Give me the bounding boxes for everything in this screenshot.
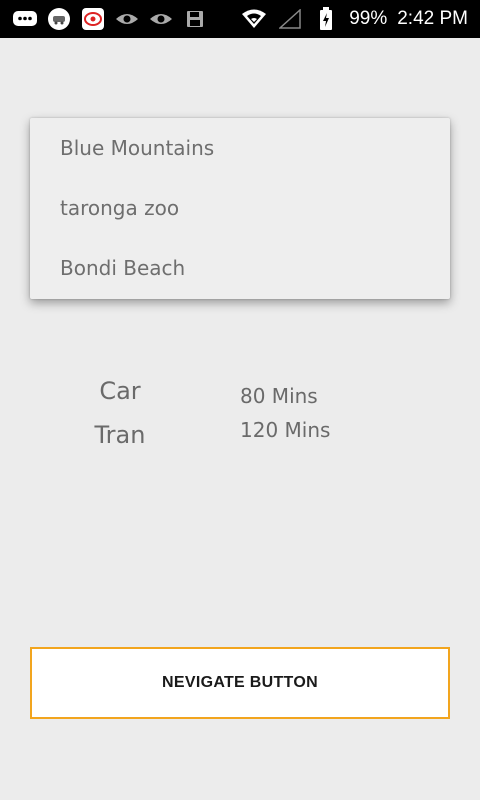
dropdown-item-label: Blue Mountains bbox=[60, 136, 215, 160]
dropdown-item-taronga-zoo[interactable]: taronga zoo bbox=[30, 178, 450, 238]
destination-dropdown-menu: Blue Mountains taronga zoo Bondi Beach bbox=[30, 118, 450, 299]
save-icon bbox=[182, 8, 208, 30]
app-icon bbox=[46, 8, 72, 30]
status-bar-notifications bbox=[0, 8, 208, 30]
dropdown-item-blue-mountains[interactable]: Blue Mountains bbox=[30, 118, 450, 178]
app-screen: Blue Mountains taronga zoo Bondi Beach C… bbox=[0, 38, 480, 800]
status-bar-system: 99% 2:42 PM bbox=[241, 7, 480, 30]
eye-icon bbox=[148, 8, 174, 30]
status-time: 2:42 PM bbox=[397, 8, 468, 29]
travel-row-train: Tran 120 Mins bbox=[0, 417, 480, 461]
wifi-icon bbox=[241, 8, 267, 30]
chat-icon bbox=[12, 8, 38, 30]
battery-percent: 99% bbox=[349, 8, 388, 29]
status-bar: 99% 2:42 PM bbox=[0, 0, 480, 38]
signal-icon bbox=[277, 8, 303, 30]
dropdown-item-label: taronga zoo bbox=[60, 196, 180, 220]
travel-times: Car 80 Mins Tran 120 Mins bbox=[0, 373, 480, 461]
travel-row-car: Car 80 Mins bbox=[0, 373, 480, 417]
dropdown-item-bondi-beach[interactable]: Bondi Beach bbox=[30, 238, 450, 298]
navigate-button[interactable]: NEVIGATE BUTTON bbox=[30, 647, 450, 719]
travel-mode-label: Car bbox=[99, 377, 141, 405]
eye-icon bbox=[114, 8, 140, 30]
travel-mode-label: Tran bbox=[94, 421, 146, 449]
travel-duration: 80 Mins bbox=[240, 384, 318, 408]
app-icon bbox=[80, 8, 106, 30]
dropdown-item-label: Bondi Beach bbox=[60, 256, 186, 280]
travel-duration: 120 Mins bbox=[240, 418, 331, 442]
battery-icon bbox=[313, 7, 339, 30]
